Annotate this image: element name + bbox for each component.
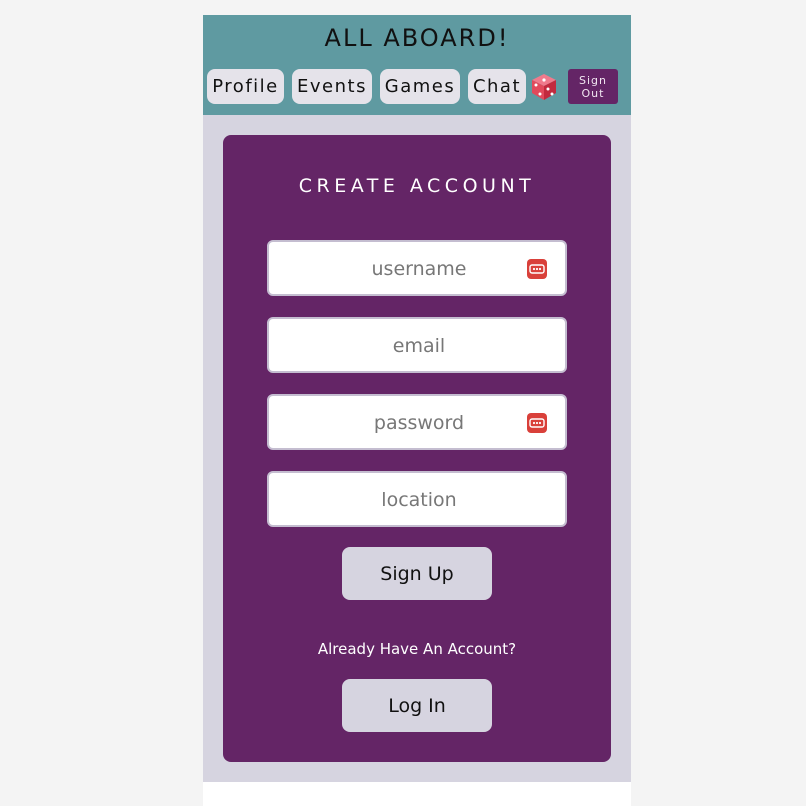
email-field[interactable] xyxy=(267,317,569,373)
nav-bar: Profile Events Games Chat Sign Out xyxy=(207,69,618,104)
password-manager-icon[interactable] xyxy=(527,259,547,279)
app-header: ALL ABOARD! Profile Events Games Chat Si… xyxy=(203,15,631,115)
username-input[interactable] xyxy=(269,242,569,296)
password-input[interactable] xyxy=(269,396,569,450)
sign-out-button[interactable]: Sign Out xyxy=(568,69,618,104)
password-field[interactable] xyxy=(267,394,569,450)
location-input[interactable] xyxy=(269,473,569,527)
location-field[interactable] xyxy=(267,471,569,527)
app-title: ALL ABOARD! xyxy=(324,24,510,52)
nav-profile-button[interactable]: Profile xyxy=(207,69,284,104)
dice-icon[interactable] xyxy=(530,69,558,104)
username-field[interactable] xyxy=(267,240,569,296)
create-account-card: CREATE ACCOUNT username email location S… xyxy=(223,135,611,762)
nav-games-button[interactable]: Games xyxy=(380,69,460,104)
sign-up-button[interactable]: Sign Up xyxy=(342,547,492,600)
log-in-button[interactable]: Log In xyxy=(342,679,492,732)
main-content: CREATE ACCOUNT username email location S… xyxy=(203,115,631,782)
nav-chat-button[interactable]: Chat xyxy=(468,69,526,104)
form-title: CREATE ACCOUNT xyxy=(298,175,536,197)
already-have-account-text: Already Have An Account? xyxy=(317,640,517,658)
app-frame: ALL ABOARD! Profile Events Games Chat Si… xyxy=(203,15,631,806)
sign-out-label-line2: Out xyxy=(581,86,605,100)
email-input[interactable] xyxy=(269,319,569,373)
nav-events-button[interactable]: Events xyxy=(292,69,372,104)
sign-out-label-line1: Sign xyxy=(579,73,607,87)
password-manager-icon[interactable] xyxy=(527,413,547,433)
